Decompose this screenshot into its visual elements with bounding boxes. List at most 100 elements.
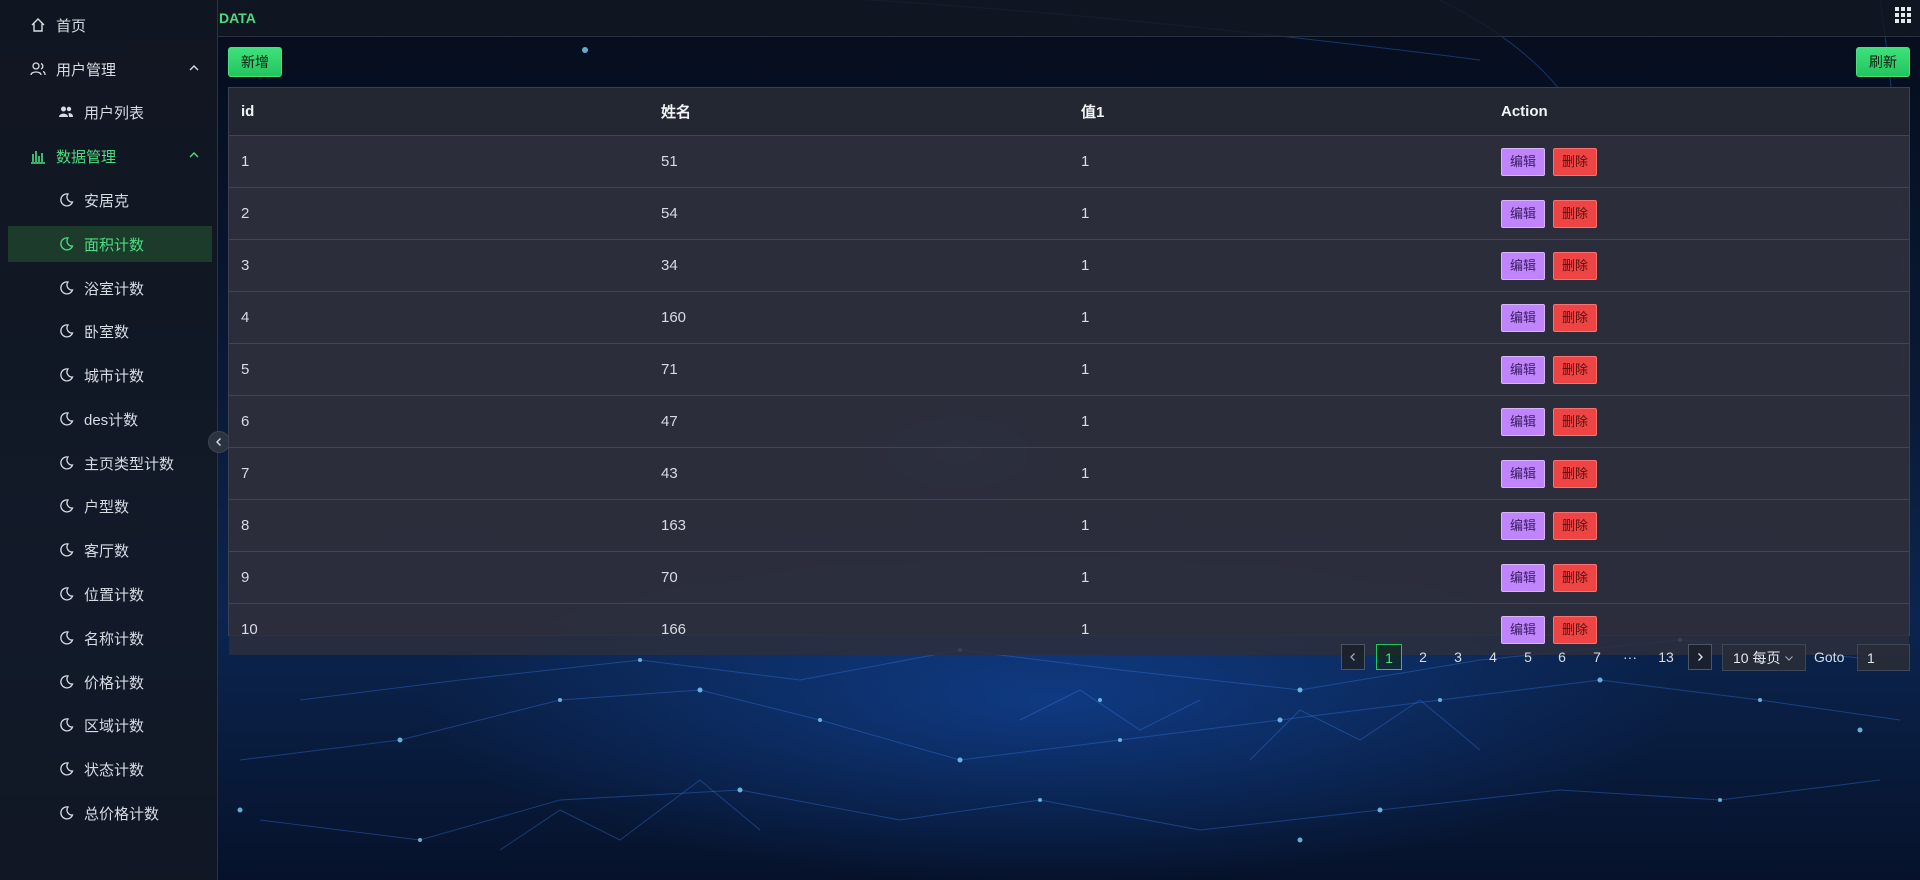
page-ellipsis[interactable]: ··· — [1617, 644, 1643, 670]
sidebar-item-location-count[interactable]: 位置计数 — [8, 576, 212, 612]
table-row: 8 163 1 编辑 删除 — [229, 499, 1909, 552]
cell-id: 9 — [229, 551, 649, 604]
chevron-right-icon — [1698, 653, 1703, 661]
page-number-1[interactable]: 1 — [1376, 644, 1402, 670]
sidebar-item-price-count[interactable]: 价格计数 — [8, 664, 212, 700]
page-number-7[interactable]: 7 — [1584, 644, 1610, 670]
sidebar-item-status-count[interactable]: 状态计数 — [8, 751, 212, 787]
edit-button[interactable]: 编辑 — [1501, 511, 1546, 540]
sidebar-item-user-list[interactable]: 用户列表 — [8, 94, 212, 130]
page-number-5[interactable]: 5 — [1515, 644, 1541, 670]
sidebar-item-anjuke[interactable]: 安居克 — [8, 182, 212, 218]
delete-button[interactable]: 删除 — [1553, 563, 1598, 592]
edit-button[interactable]: 编辑 — [1501, 199, 1546, 228]
sidebar-item-label: des计数 — [84, 411, 139, 429]
table-header-row: id 姓名 值1 Action — [229, 88, 1909, 136]
sidebar-item-total-price-count[interactable]: 总价格计数 — [8, 795, 212, 831]
prev-page-button[interactable] — [1341, 644, 1365, 670]
top-header: DATA — [218, 0, 1920, 37]
sidebar-item-label: 卧室数 — [84, 323, 130, 341]
edit-button[interactable]: 编辑 — [1501, 615, 1546, 644]
moon-icon — [58, 498, 74, 514]
cell-value1: 1 — [1069, 135, 1489, 188]
delete-button[interactable]: 删除 — [1553, 199, 1598, 228]
delete-button[interactable]: 删除 — [1553, 355, 1598, 384]
sidebar-item-area-count[interactable]: 面积计数 — [8, 226, 212, 262]
edit-button[interactable]: 编辑 — [1501, 355, 1546, 384]
delete-button[interactable]: 删除 — [1553, 147, 1598, 176]
column-header-action: Action — [1489, 88, 1909, 136]
sidebar-collapse-button[interactable] — [208, 431, 230, 453]
cell-id: 8 — [229, 499, 649, 552]
page-number-2[interactable]: 2 — [1410, 644, 1436, 670]
sidebar-item-label: 客厅数 — [84, 542, 130, 560]
edit-button[interactable]: 编辑 — [1501, 147, 1546, 176]
sidebar-item-bedroom-count[interactable]: 卧室数 — [8, 313, 212, 349]
cell-name: 71 — [649, 343, 1069, 396]
cell-value1: 1 — [1069, 551, 1489, 604]
edit-button[interactable]: 编辑 — [1501, 563, 1546, 592]
cell-value1: 1 — [1069, 499, 1489, 552]
edit-button[interactable]: 编辑 — [1501, 459, 1546, 488]
cell-name: 47 — [649, 395, 1069, 448]
sidebar-item-name-count[interactable]: 名称计数 — [8, 620, 212, 656]
sidebar-item-label: 名称计数 — [84, 630, 145, 648]
sidebar-item-region-count[interactable]: 区域计数 — [8, 707, 212, 743]
moon-icon — [58, 236, 74, 252]
delete-button[interactable]: 删除 — [1553, 407, 1598, 436]
add-button[interactable]: 新增 — [228, 47, 282, 77]
moon-icon — [58, 323, 74, 339]
delete-button[interactable]: 删除 — [1553, 511, 1598, 540]
sidebar-item-data-management[interactable]: 数据管理 — [8, 138, 212, 174]
edit-button[interactable]: 编辑 — [1501, 407, 1546, 436]
page-number-6[interactable]: 6 — [1549, 644, 1575, 670]
page-number-13[interactable]: 13 — [1653, 644, 1679, 670]
cell-name: 160 — [649, 291, 1069, 344]
sidebar-item-label: 位置计数 — [84, 586, 145, 604]
cell-actions: 编辑 删除 — [1489, 187, 1909, 240]
cell-value1: 1 — [1069, 447, 1489, 500]
page-number-3[interactable]: 3 — [1445, 644, 1471, 670]
sidebar-item-label: 主页类型计数 — [84, 455, 175, 473]
refresh-button[interactable]: 刷新 — [1856, 47, 1910, 77]
edit-button[interactable]: 编辑 — [1501, 251, 1546, 280]
cell-name: 163 — [649, 499, 1069, 552]
user-group-icon — [58, 104, 74, 120]
cell-actions: 编辑 删除 — [1489, 135, 1909, 188]
cell-id: 3 — [229, 239, 649, 292]
sidebar-item-label: 安居克 — [84, 192, 130, 210]
sidebar-item-label: 价格计数 — [84, 674, 145, 692]
delete-button[interactable]: 删除 — [1553, 251, 1598, 280]
page-size-select[interactable]: 10 每页 — [1722, 644, 1806, 671]
cell-actions: 编辑 删除 — [1489, 551, 1909, 604]
delete-button[interactable]: 删除 — [1553, 303, 1598, 332]
sidebar: 首页 用户管理 用户列表 数据管理 安居克 面积计数 浴室计数 卧室数 城市计数… — [0, 0, 218, 880]
next-page-button[interactable] — [1688, 644, 1712, 670]
page-number-4[interactable]: 4 — [1480, 644, 1506, 670]
cell-name: 54 — [649, 187, 1069, 240]
cell-id: 6 — [229, 395, 649, 448]
data-table: id 姓名 值1 Action 1 51 1 编辑 删除 2 54 1 编辑 删除 … — [228, 87, 1910, 655]
sidebar-item-living-room-count[interactable]: 客厅数 — [8, 532, 212, 568]
home-icon — [30, 17, 46, 33]
moon-icon — [58, 542, 74, 558]
sidebar-item-home-type-count[interactable]: 主页类型计数 — [8, 445, 212, 481]
apps-grid-icon[interactable] — [1894, 6, 1912, 24]
cell-value1: 1 — [1069, 291, 1489, 344]
sidebar-item-home[interactable]: 首页 — [8, 7, 212, 43]
sidebar-item-user-management[interactable]: 用户管理 — [8, 51, 212, 87]
column-header-id: id — [229, 88, 649, 136]
cell-actions: 编辑 删除 — [1489, 395, 1909, 448]
chevron-left-icon — [1350, 653, 1355, 661]
table-row: 7 43 1 编辑 删除 — [229, 447, 1909, 500]
sidebar-item-city-count[interactable]: 城市计数 — [8, 357, 212, 393]
sidebar-item-bathroom-count[interactable]: 浴室计数 — [8, 270, 212, 306]
delete-button[interactable]: 删除 — [1553, 615, 1598, 644]
cell-value1: 1 — [1069, 239, 1489, 292]
goto-page-input[interactable] — [1857, 644, 1910, 671]
sidebar-item-layout-count[interactable]: 户型数 — [8, 488, 212, 524]
sidebar-item-label: 首页 — [56, 17, 87, 35]
edit-button[interactable]: 编辑 — [1501, 303, 1546, 332]
delete-button[interactable]: 删除 — [1553, 459, 1598, 488]
sidebar-item-des-count[interactable]: des计数 — [8, 401, 212, 437]
